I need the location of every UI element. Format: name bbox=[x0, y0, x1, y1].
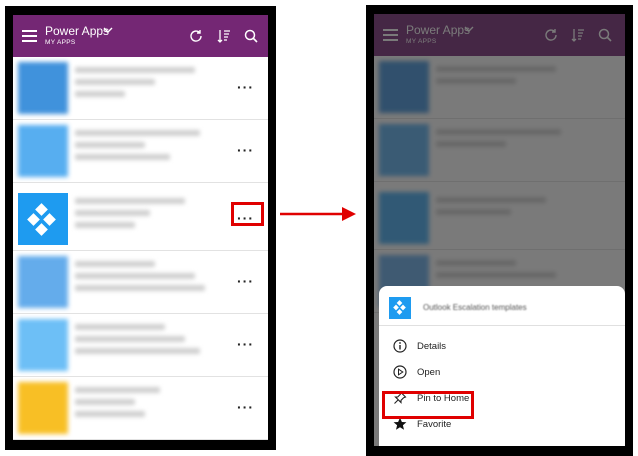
list-item[interactable]: ··· bbox=[13, 120, 268, 183]
phone-screenshot-left: Power Apps MY APPS ··· ··· ··· ··· ··· ·… bbox=[5, 6, 276, 450]
sheet-header: Outlook Escalation templates bbox=[389, 294, 615, 324]
app-logo-icon bbox=[389, 297, 411, 319]
more-options-button[interactable]: ··· bbox=[237, 142, 254, 158]
app-list-screen: Power Apps MY APPS ··· ··· ··· ··· ··· ·… bbox=[13, 15, 268, 440]
app-tile-icon bbox=[18, 62, 68, 114]
list-item[interactable]: ··· bbox=[13, 377, 268, 440]
app-title: Power Apps bbox=[45, 24, 110, 38]
list-item[interactable]: ··· bbox=[13, 314, 268, 377]
list-item[interactable]: ··· bbox=[13, 57, 268, 120]
red-arrow-icon bbox=[280, 207, 356, 221]
refresh-icon[interactable] bbox=[188, 28, 204, 44]
phone-screenshot-right: Power Apps MY APPS bbox=[366, 5, 633, 456]
app-tile-icon bbox=[18, 256, 68, 308]
star-icon bbox=[393, 417, 407, 430]
diamond-logo-icon bbox=[27, 203, 56, 236]
hamburger-menu-icon[interactable] bbox=[22, 30, 37, 42]
more-options-button[interactable]: ··· bbox=[237, 399, 254, 415]
more-options-highlight bbox=[231, 202, 264, 226]
app-tile-icon bbox=[18, 382, 68, 434]
app-menu-screen: Power Apps MY APPS bbox=[374, 14, 625, 446]
app-tile-icon bbox=[18, 125, 68, 177]
pin-to-home-highlight bbox=[382, 391, 474, 419]
app-tile-icon bbox=[18, 319, 68, 371]
app-list: ··· ··· ··· ··· ··· ··· bbox=[13, 57, 268, 440]
sort-icon[interactable] bbox=[216, 28, 232, 44]
list-item[interactable]: ··· bbox=[13, 251, 268, 314]
app-tile-icon bbox=[18, 193, 68, 245]
play-circle-icon bbox=[393, 365, 407, 379]
app-subtitle: MY APPS bbox=[45, 39, 76, 46]
more-options-button[interactable]: ··· bbox=[237, 336, 254, 352]
more-options-button[interactable]: ··· bbox=[237, 79, 254, 95]
divider bbox=[379, 325, 625, 326]
list-item-selected-app[interactable]: ··· bbox=[13, 188, 268, 251]
chevron-down-icon[interactable] bbox=[103, 26, 113, 34]
bottom-sheet-menu: Outlook Escalation templates Details Ope… bbox=[379, 286, 625, 446]
more-options-button[interactable]: ··· bbox=[237, 273, 254, 289]
sheet-app-name: Outlook Escalation templates bbox=[423, 303, 527, 312]
info-icon bbox=[393, 339, 407, 353]
app-bar: Power Apps MY APPS bbox=[13, 15, 268, 57]
search-icon[interactable] bbox=[243, 28, 259, 44]
